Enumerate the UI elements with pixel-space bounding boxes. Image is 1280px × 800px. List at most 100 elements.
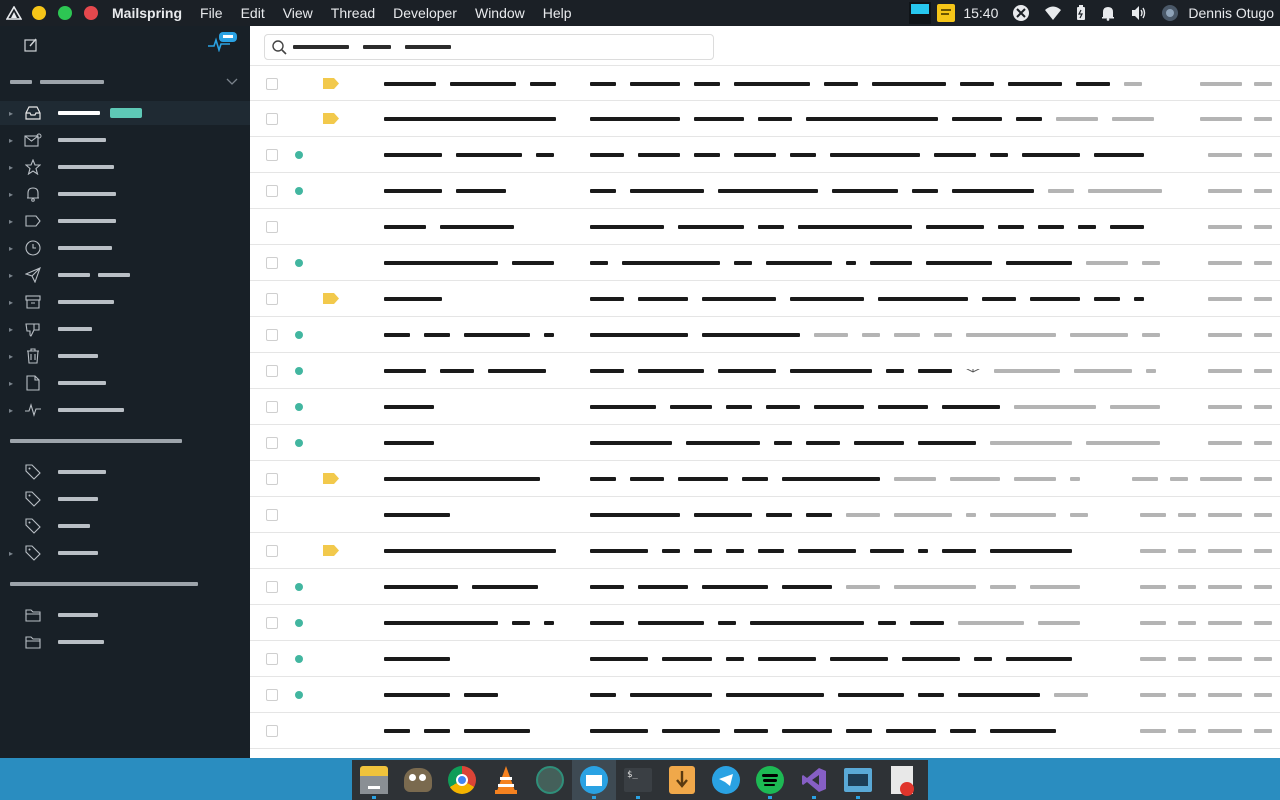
thread-checkbox[interactable] (266, 473, 278, 485)
menu-developer[interactable]: Developer (393, 5, 457, 21)
sidebar-item-spam[interactable]: ▸ (0, 317, 250, 341)
thread-row[interactable] (250, 209, 1280, 245)
mailspring-icon[interactable] (572, 760, 616, 800)
minimize-button[interactable] (32, 6, 46, 20)
thread-row[interactable] (250, 389, 1280, 425)
sidebar-item-archive[interactable]: ▸ (0, 290, 250, 314)
menu-thread[interactable]: Thread (331, 5, 375, 21)
thread-row[interactable] (250, 533, 1280, 569)
important-label-icon[interactable] (323, 293, 339, 304)
thread-row[interactable] (250, 677, 1280, 713)
krita-icon[interactable] (528, 760, 572, 800)
sidebar-folder-1[interactable] (0, 603, 250, 627)
thread-checkbox[interactable] (266, 617, 278, 629)
sidebar-item-reminders[interactable]: ▸ (0, 182, 250, 206)
battery-icon[interactable] (1076, 5, 1086, 21)
menu-edit[interactable]: Edit (241, 5, 265, 21)
thread-row[interactable] (250, 137, 1280, 173)
thread-row[interactable] (250, 713, 1280, 749)
chevron-down-icon[interactable] (226, 78, 238, 86)
expand-caret-icon[interactable]: ▸ (2, 271, 20, 280)
thread-row[interactable] (250, 353, 1280, 389)
thread-row[interactable] (250, 101, 1280, 137)
expand-caret-icon[interactable]: ▸ (2, 406, 20, 415)
thread-checkbox[interactable] (266, 545, 278, 557)
menu-view[interactable]: View (283, 5, 313, 21)
thread-checkbox[interactable] (266, 185, 278, 197)
sticky-notes-icon[interactable] (937, 4, 956, 22)
close-button[interactable] (84, 6, 98, 20)
thread-checkbox[interactable] (266, 509, 278, 521)
expand-caret-icon[interactable]: ▸ (2, 325, 20, 334)
unread-dot-icon[interactable] (295, 619, 303, 627)
thread-row[interactable] (250, 605, 1280, 641)
sidebar-item-drafts[interactable]: ▸ (0, 371, 250, 395)
unread-dot-icon[interactable] (295, 151, 303, 159)
unread-dot-icon[interactable] (295, 259, 303, 267)
sidebar-label-3[interactable] (0, 514, 250, 538)
expand-caret-icon[interactable]: ▸ (2, 549, 20, 558)
unread-dot-icon[interactable] (295, 187, 303, 195)
compose-icon[interactable] (24, 38, 38, 52)
expand-caret-icon[interactable]: ▸ (2, 298, 20, 307)
expand-caret-icon[interactable]: ▸ (2, 217, 20, 226)
thread-row[interactable] (250, 425, 1280, 461)
thread-checkbox[interactable] (266, 78, 278, 90)
sidebar-item-all-mail[interactable]: ▸ (0, 398, 250, 422)
thread-checkbox[interactable] (266, 257, 278, 269)
sidebar-item-sent[interactable]: ▸ (0, 263, 250, 287)
thread-checkbox[interactable] (266, 365, 278, 377)
downloader-icon[interactable] (660, 760, 704, 800)
expand-caret-icon[interactable]: ▸ (2, 379, 20, 388)
important-label-icon[interactable] (323, 545, 339, 556)
thread-checkbox[interactable] (266, 437, 278, 449)
thread-checkbox[interactable] (266, 113, 278, 125)
expand-caret-icon[interactable]: ▸ (2, 352, 20, 361)
thread-row[interactable] (250, 569, 1280, 605)
thread-checkbox[interactable] (266, 329, 278, 341)
sidebar-folder-2[interactable] (0, 630, 250, 654)
important-label-icon[interactable] (323, 113, 339, 124)
thread-row[interactable] (250, 65, 1280, 101)
spotify-icon[interactable] (748, 760, 792, 800)
maximize-button[interactable] (58, 6, 72, 20)
menu-window[interactable]: Window (475, 5, 525, 21)
thread-checkbox[interactable] (266, 581, 278, 593)
labels-section-header[interactable] (10, 434, 190, 448)
expand-caret-icon[interactable]: ▸ (2, 163, 20, 172)
visual-studio-icon[interactable] (792, 760, 836, 800)
unread-dot-icon[interactable] (295, 439, 303, 447)
sidebar-item-trash[interactable]: ▸ (0, 344, 250, 368)
unread-dot-icon[interactable] (295, 367, 303, 375)
notification-bell-icon[interactable] (1100, 5, 1116, 21)
unread-dot-icon[interactable] (295, 583, 303, 591)
thread-row[interactable] (250, 317, 1280, 353)
search-input[interactable] (264, 34, 714, 60)
expand-caret-icon[interactable]: ▸ (2, 109, 20, 118)
sidebar-item-important[interactable]: ▸ (0, 209, 250, 233)
thread-checkbox[interactable] (266, 221, 278, 233)
thread-checkbox[interactable] (266, 149, 278, 161)
user-name[interactable]: Dennis Otugo (1188, 5, 1274, 21)
remote-desktop-icon[interactable] (836, 760, 880, 800)
thread-checkbox[interactable] (266, 725, 278, 737)
chrome-icon[interactable] (440, 760, 484, 800)
important-label-icon[interactable] (323, 78, 339, 89)
thread-row[interactable] (250, 173, 1280, 209)
thread-row[interactable] (250, 245, 1280, 281)
vlc-icon[interactable] (484, 760, 528, 800)
thread-checkbox[interactable] (266, 401, 278, 413)
no-network-icon[interactable] (1012, 4, 1030, 22)
unread-dot-icon[interactable] (295, 691, 303, 699)
account-section-header[interactable] (10, 75, 238, 89)
files-icon[interactable] (352, 760, 396, 800)
wifi-icon[interactable] (1044, 5, 1062, 21)
volume-icon[interactable] (1130, 5, 1148, 21)
important-label-icon[interactable] (323, 473, 339, 484)
thread-row[interactable] (250, 461, 1280, 497)
sidebar-item-unread[interactable]: ▸ (0, 128, 250, 152)
unread-dot-icon[interactable] (295, 331, 303, 339)
system-logo-icon[interactable] (0, 0, 28, 26)
unread-dot-icon[interactable] (295, 403, 303, 411)
thread-checkbox[interactable] (266, 689, 278, 701)
